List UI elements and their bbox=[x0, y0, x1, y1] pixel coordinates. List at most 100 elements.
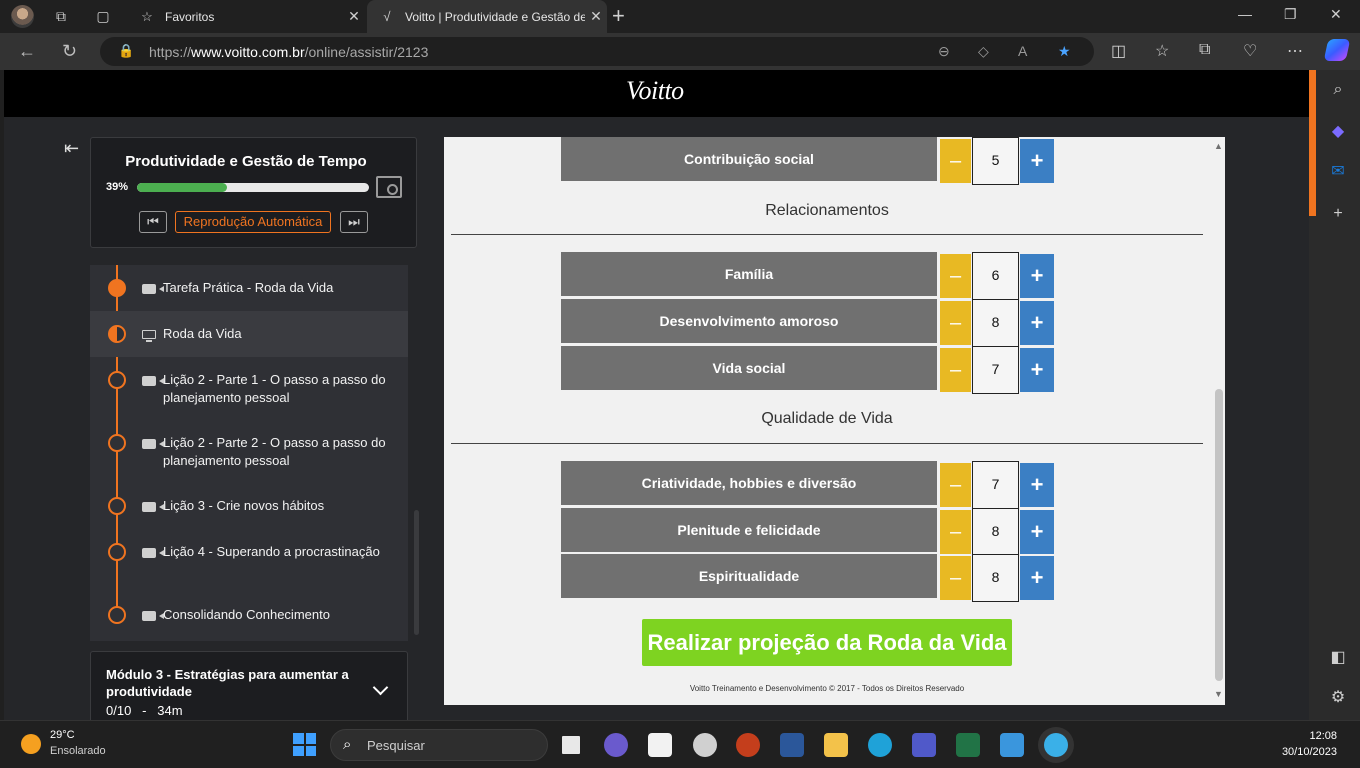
page-scrollbar[interactable] bbox=[1309, 70, 1316, 720]
task-view-icon[interactable] bbox=[559, 733, 583, 757]
favorites-icon[interactable]: ☆ bbox=[1155, 41, 1169, 61]
score-value[interactable]: 7 bbox=[972, 461, 1019, 509]
url-bar[interactable]: 🔒 https://www.voitto.com.br/online/assis… bbox=[100, 37, 1094, 66]
teams-icon[interactable] bbox=[912, 733, 936, 757]
excel-icon[interactable] bbox=[956, 733, 980, 757]
voitto-favicon-icon: √ bbox=[383, 9, 391, 24]
project-wheel-button[interactable]: Realizar projeção da Roda da Vida bbox=[642, 619, 1012, 666]
windows-start-icon[interactable] bbox=[293, 733, 316, 756]
browser-essentials-icon[interactable]: ♡ bbox=[1243, 41, 1257, 61]
score-value[interactable]: 5 bbox=[972, 137, 1019, 185]
autoplay-button[interactable]: Reprodução Automática bbox=[175, 211, 331, 233]
powerpoint-icon[interactable] bbox=[736, 733, 760, 757]
decrement-button[interactable]: – bbox=[940, 463, 971, 507]
file-explorer-icon[interactable] bbox=[824, 733, 848, 757]
shopping-icon[interactable]: ◆ bbox=[1328, 122, 1348, 142]
hide-sidebar-icon[interactable]: ◧ bbox=[1328, 648, 1348, 668]
weather-temperature[interactable]: 29°C bbox=[50, 729, 75, 741]
tab-favoritos[interactable]: ☆ Favoritos ✕ bbox=[127, 0, 365, 33]
close-tab-icon[interactable]: ✕ bbox=[585, 8, 607, 25]
split-screen-icon[interactable]: ◫ bbox=[1111, 41, 1126, 61]
lesson-label: Lição 2 - Parte 2 - O passo a passo do p… bbox=[163, 435, 386, 468]
close-window-icon[interactable]: ✕ bbox=[1330, 6, 1342, 23]
minimize-icon[interactable]: — bbox=[1238, 6, 1252, 22]
sidebar-scrollbar[interactable] bbox=[414, 510, 419, 635]
next-lesson-button[interactable]: ⏭ bbox=[340, 211, 368, 233]
workspaces-icon[interactable]: ⧉ bbox=[52, 7, 70, 25]
decrement-button[interactable]: – bbox=[940, 254, 971, 298]
module-meta: 0/10 - 34m bbox=[106, 703, 183, 718]
voitto-logo[interactable]: Voitto bbox=[626, 76, 684, 106]
sun-icon[interactable] bbox=[21, 734, 41, 754]
previous-lesson-button[interactable]: ⏮ bbox=[139, 211, 167, 233]
scroll-thumb[interactable] bbox=[1215, 389, 1223, 681]
edge-icon[interactable] bbox=[868, 733, 892, 757]
lesson-item[interactable]: Consolidando Conhecimento bbox=[90, 592, 408, 638]
clock-time[interactable]: 12:08 bbox=[1300, 730, 1337, 742]
url-text[interactable]: https://www.voitto.com.br/online/assisti… bbox=[149, 44, 428, 60]
certificate-icon[interactable] bbox=[376, 176, 402, 198]
favorite-star-icon[interactable]: ★ bbox=[1058, 43, 1071, 60]
add-icon[interactable]: + bbox=[1328, 204, 1348, 224]
profile-avatar[interactable] bbox=[11, 5, 34, 28]
tab-actions-icon[interactable]: ▢ bbox=[94, 7, 112, 25]
increment-button[interactable]: + bbox=[1020, 556, 1054, 600]
increment-button[interactable]: + bbox=[1020, 301, 1054, 345]
lesson-status-icon bbox=[108, 497, 126, 515]
increment-button[interactable]: + bbox=[1020, 348, 1054, 392]
lesson-item[interactable]: Lição 3 - Crie novos hábitos bbox=[90, 483, 408, 529]
page-scroll-thumb[interactable] bbox=[1309, 70, 1316, 216]
restore-icon[interactable]: ❐ bbox=[1284, 6, 1297, 23]
lesson-item[interactable]: Lição 2 - Parte 2 - O passo a passo do p… bbox=[90, 420, 408, 483]
decrement-button[interactable]: – bbox=[940, 139, 971, 183]
more-menu-icon[interactable]: ⋯ bbox=[1287, 41, 1303, 61]
taskbar-search[interactable]: ⌕ Pesquisar bbox=[330, 729, 548, 761]
active-app-icon[interactable] bbox=[1044, 733, 1068, 757]
score-value[interactable]: 6 bbox=[972, 252, 1019, 300]
search-icon[interactable]: ⌕ bbox=[1328, 80, 1348, 100]
tab-voitto[interactable]: √ Voitto | Produtividade e Gestão de Tem… bbox=[367, 0, 607, 33]
outlook-icon[interactable]: ✉ bbox=[1328, 162, 1348, 182]
read-aloud-icon[interactable]: A bbox=[1018, 43, 1027, 59]
notepad-icon[interactable] bbox=[1000, 733, 1024, 757]
decrement-button[interactable]: – bbox=[940, 510, 971, 554]
increment-button[interactable]: + bbox=[1020, 254, 1054, 298]
lesson-item[interactable]: Roda da Vida bbox=[90, 311, 408, 357]
weather-description[interactable]: Ensolarado bbox=[50, 745, 106, 757]
score-value[interactable]: 7 bbox=[972, 346, 1019, 394]
settings-gear-icon[interactable]: ⚙ bbox=[1328, 688, 1348, 708]
decrement-button[interactable]: – bbox=[940, 348, 971, 392]
word-icon[interactable] bbox=[780, 733, 804, 757]
back-icon[interactable]: ← bbox=[18, 41, 36, 62]
close-tab-icon[interactable]: ✕ bbox=[343, 8, 365, 25]
clock-date[interactable]: 30/10/2023 bbox=[1270, 746, 1337, 758]
refresh-icon[interactable]: ↻ bbox=[62, 41, 77, 62]
scroll-up-icon[interactable]: ▲ bbox=[1214, 141, 1223, 151]
collections-icon[interactable]: ⧉ bbox=[1199, 41, 1210, 59]
increment-button[interactable]: + bbox=[1020, 463, 1054, 507]
collapse-sidebar-icon[interactable]: ⇤ bbox=[64, 138, 79, 159]
lesson-item[interactable]: Lição 4 - Superando a procrastinação bbox=[90, 529, 408, 592]
scroll-down-icon[interactable]: ▼ bbox=[1214, 689, 1223, 699]
module-card[interactable]: Módulo 3 - Estratégias para aumentar a p… bbox=[90, 651, 408, 720]
score-value[interactable]: 8 bbox=[972, 299, 1019, 347]
clock-app-icon[interactable] bbox=[693, 733, 717, 757]
increment-button[interactable]: + bbox=[1020, 139, 1054, 183]
progress-percent: 39% bbox=[106, 181, 129, 193]
course-card: Produtividade e Gestão de Tempo 39% ⏮ Re… bbox=[90, 137, 417, 248]
score-value[interactable]: 8 bbox=[972, 508, 1019, 556]
p-app-icon[interactable] bbox=[648, 733, 672, 757]
lesson-item[interactable]: Lição 2 - Parte 1 - O passo a passo do p… bbox=[90, 357, 408, 420]
lesson-status-icon bbox=[108, 543, 126, 561]
meet-chat-icon[interactable] bbox=[604, 733, 628, 757]
zoom-icon[interactable]: ⊖ bbox=[938, 43, 950, 60]
lesson-item[interactable]: Tarefa Prática - Roda da Vida bbox=[90, 265, 408, 311]
decrement-button[interactable]: – bbox=[940, 556, 971, 600]
increment-button[interactable]: + bbox=[1020, 510, 1054, 554]
new-tab-button[interactable]: + bbox=[612, 5, 625, 27]
score-label: Espiritualidade bbox=[561, 554, 937, 598]
decrement-button[interactable]: – bbox=[940, 301, 971, 345]
frame-scrollbar[interactable]: ▲ ▼ bbox=[1212, 137, 1225, 705]
coupon-icon[interactable]: ◇ bbox=[978, 43, 989, 60]
score-value[interactable]: 8 bbox=[972, 554, 1019, 602]
